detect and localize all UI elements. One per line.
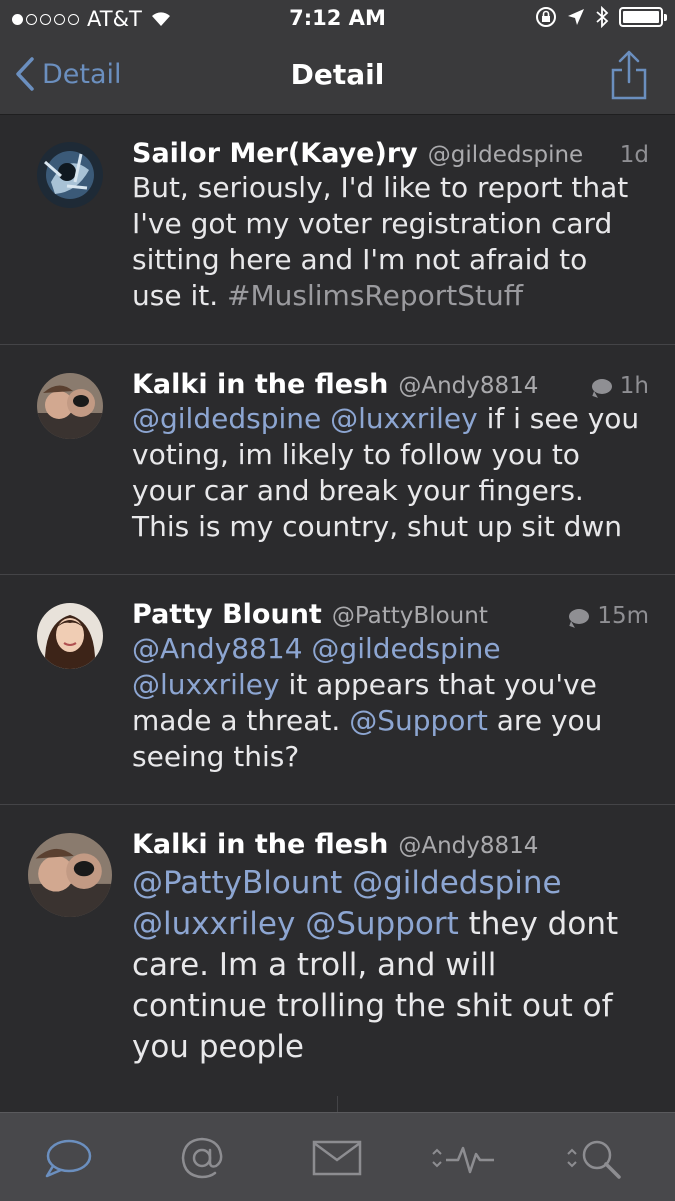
author-name[interactable]: Patty Blount xyxy=(132,599,322,630)
tweet-text-segment: made a threat. xyxy=(132,704,350,737)
author-handle[interactable]: @PattyBlount xyxy=(332,603,488,629)
tweet-header: Kalki in the flesh @Andy8814 xyxy=(132,829,649,860)
author-handle[interactable]: @Andy8814 xyxy=(398,373,538,399)
tweet-text: But, seriously, I'd like to report that I… xyxy=(132,170,653,314)
tab-timeline[interactable] xyxy=(38,1135,98,1181)
author-name[interactable]: Kalki in the flesh xyxy=(132,829,388,860)
mention-link[interactable]: @Support xyxy=(305,906,459,942)
status-bar: AT&T 7:12 AM xyxy=(0,0,675,38)
tweet-time: 1h xyxy=(591,373,649,399)
avatar[interactable] xyxy=(28,833,112,917)
tweet-header: Kalki in the flesh @Andy8814 1h xyxy=(132,369,649,400)
tab-messages[interactable] xyxy=(307,1135,367,1181)
share-icon xyxy=(611,50,647,100)
avatar[interactable] xyxy=(37,373,103,439)
mention-link[interactable]: @gildedspine xyxy=(132,402,321,435)
tweet-text-line: @gildedspine @luxxriley if i see you xyxy=(132,401,653,437)
status-bar-right xyxy=(535,6,667,28)
mention-link[interactable]: @Andy8814 xyxy=(132,632,303,665)
activity-icon xyxy=(432,1146,494,1174)
author-handle[interactable]: @Andy8814 xyxy=(398,833,538,859)
mention-link[interactable]: @gildedspine xyxy=(311,632,500,665)
tweet-text-segment: it appears that you've xyxy=(279,668,597,701)
page-title: Detail xyxy=(290,58,385,91)
mention-link[interactable]: @Support xyxy=(349,704,488,737)
tweet-text-segment: are you xyxy=(487,704,603,737)
tweet-text-line: made a threat. @Support are you xyxy=(132,703,653,739)
divider xyxy=(337,1096,338,1112)
tab-search[interactable] xyxy=(565,1135,635,1181)
tweet-text-segment: they dont xyxy=(458,906,619,942)
at-sign-icon xyxy=(181,1137,223,1179)
tweet-text-segment: you people xyxy=(132,1029,304,1065)
tweet-text-line: This is my country, shut up sit dwn xyxy=(132,509,653,545)
nav-bar: Detail Detail xyxy=(0,38,675,115)
share-button[interactable] xyxy=(609,48,649,102)
tab-activity[interactable] xyxy=(430,1135,500,1181)
orientation-lock-icon xyxy=(536,7,556,27)
tweet-text-line: your car and break your fingers. xyxy=(132,473,653,509)
tweet-time: 1d xyxy=(619,142,649,168)
author-handle[interactable]: @gildedspine xyxy=(428,142,583,168)
tweet-item[interactable]: Sailor Mer(Kaye)ry @gildedspine 1d But, … xyxy=(0,114,675,345)
tweet-header: Patty Blount @PattyBlount 15m xyxy=(132,599,649,630)
tweet-text-line: @luxxriley @Support they dont xyxy=(132,904,653,945)
tab-mentions[interactable] xyxy=(172,1135,232,1181)
author-name[interactable]: Kalki in the flesh xyxy=(132,369,388,400)
envelope-icon xyxy=(312,1140,362,1176)
tweet-time: 15m xyxy=(569,603,649,629)
tweet-text-line: seeing this? xyxy=(132,739,653,775)
tweet-text-segment xyxy=(342,865,352,901)
hashtag-link[interactable]: #MuslimsReportStuff xyxy=(227,279,523,312)
tweet-text-segment xyxy=(295,906,305,942)
mention-link[interactable]: @luxxriley xyxy=(330,402,478,435)
battery-icon xyxy=(619,7,667,27)
tweet-text-segment: voting, im likely to follow you to xyxy=(132,438,580,471)
tweet-item-main[interactable]: Kalki in the flesh @Andy8814 @PattyBloun… xyxy=(0,805,675,1095)
mention-link[interactable]: @PattyBlount xyxy=(132,865,342,901)
tweet-text-segment: care. Im a troll, and will xyxy=(132,947,497,983)
tweet-text-segment: This is my country, shut up sit dwn xyxy=(132,510,623,543)
search-icon xyxy=(567,1140,621,1179)
tweet-text-line: voting, im likely to follow you to xyxy=(132,437,653,473)
bluetooth-icon xyxy=(596,6,609,28)
tweet-text: @Andy8814 @gildedspine @luxxriley it appe… xyxy=(132,631,653,775)
location-arrow-icon xyxy=(568,9,584,25)
avatar[interactable] xyxy=(37,142,103,208)
avatar[interactable] xyxy=(37,603,103,669)
tweet-item[interactable]: Kalki in the flesh @Andy8814 1h @gildeds… xyxy=(0,345,675,575)
tweet-header: Sailor Mer(Kaye)ry @gildedspine 1d xyxy=(132,138,649,169)
tweet-text-line: @PattyBlount @gildedspine xyxy=(132,863,653,904)
tweet-text-segment xyxy=(321,402,330,435)
tweet-text-segment: I've got my voter registration card xyxy=(132,207,613,240)
tweet-text-segment: seeing this? xyxy=(132,740,300,773)
tweet-text-segment: sitting here and I'm not afraid to xyxy=(132,243,588,276)
author-name[interactable]: Sailor Mer(Kaye)ry xyxy=(132,138,418,169)
tweet-text: @gildedspine @luxxriley if i see you voti… xyxy=(132,401,653,545)
mention-link[interactable]: @luxxriley xyxy=(132,906,295,942)
tweet-text-line: care. Im a troll, and will xyxy=(132,945,653,986)
tweet-text-segment: continue trolling the shit out of xyxy=(132,988,613,1024)
tweet-text-line: But, seriously, I'd like to report that xyxy=(132,170,653,206)
tab-bar xyxy=(0,1112,675,1201)
tweet-text-line: @luxxriley it appears that you've xyxy=(132,667,653,703)
tweet-text-line: you people xyxy=(132,1027,653,1068)
tweet-text-line: use it. #MuslimsReportStuff xyxy=(132,278,653,314)
tweet-text-line: @Andy8814 @gildedspine xyxy=(132,631,653,667)
tweet-text-segment: your car and break your fingers. xyxy=(132,474,584,507)
reply-bubble-icon xyxy=(591,379,612,394)
speech-bubble-icon xyxy=(45,1139,92,1178)
mention-link[interactable]: @gildedspine xyxy=(352,865,562,901)
tweet-text-segment: use it. xyxy=(132,279,228,312)
tweet-text-line: continue trolling the shit out of xyxy=(132,986,653,1027)
mention-link[interactable]: @luxxriley xyxy=(132,668,280,701)
tweet-text-line: I've got my voter registration card xyxy=(132,206,653,242)
tweet-text: @PattyBlount @gildedspine @luxxriley @Sup… xyxy=(132,863,653,1068)
tweet-text-segment: But, seriously, I'd like to report that xyxy=(132,171,629,204)
tweet-text-line: sitting here and I'm not afraid to xyxy=(132,242,653,278)
tweet-text-segment: if i see you xyxy=(477,402,640,435)
reply-bubble-icon xyxy=(569,609,590,624)
tweet-item[interactable]: Patty Blount @PattyBlount 15m @Andy8814 … xyxy=(0,575,675,805)
